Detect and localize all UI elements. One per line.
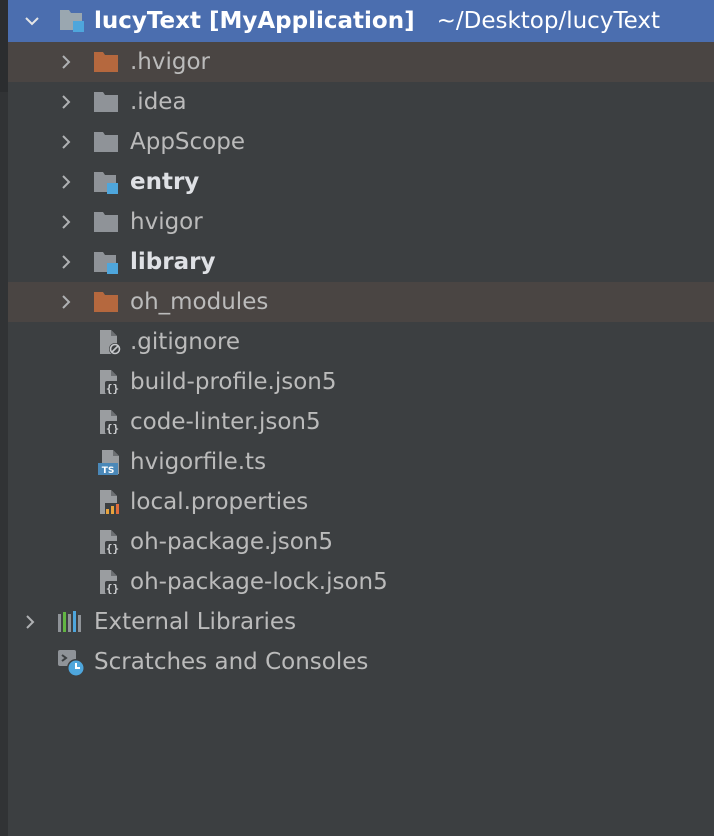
- tree-file-build-profile[interactable]: {} build-profile.json5: [8, 362, 714, 402]
- json-file-icon: {}: [96, 528, 124, 556]
- tree-item-label: library: [130, 249, 216, 275]
- tree-folder-hvigor-dot[interactable]: .hvigor: [8, 42, 714, 82]
- chevron-right-icon[interactable]: [56, 132, 76, 152]
- tree-file-code-linter[interactable]: {} code-linter.json5: [8, 402, 714, 442]
- tree-file-hvigorfile[interactable]: TS hvigorfile.ts: [8, 442, 714, 482]
- ignore-file-icon: [96, 328, 124, 356]
- folder-icon: [92, 88, 120, 116]
- chevron-right-icon[interactable]: [20, 612, 40, 632]
- typescript-file-icon: TS: [96, 448, 124, 476]
- root-project-row[interactable]: lucyText [MyApplication] ~/Desktop/lucyT…: [8, 0, 714, 42]
- tree-item-label: External Libraries: [94, 609, 297, 635]
- tree-folder-entry[interactable]: entry: [8, 162, 714, 202]
- module-folder-icon: [92, 248, 120, 276]
- json-file-icon: {}: [96, 368, 124, 396]
- chevron-right-icon[interactable]: [56, 92, 76, 112]
- tree-item-label: .hvigor: [130, 49, 211, 75]
- root-path: ~/Desktop/lucyText: [436, 8, 660, 34]
- json-file-icon: {}: [96, 408, 124, 436]
- scratches-icon: [56, 648, 85, 677]
- properties-file-icon: [96, 488, 124, 516]
- tree-item-label: local.properties: [130, 489, 309, 515]
- root-label: lucyText [MyApplication] ~/Desktop/lucyT…: [94, 8, 660, 34]
- tree-item-label: .idea: [130, 89, 187, 115]
- chevron-right-icon[interactable]: [56, 52, 76, 72]
- tree-folder-library[interactable]: library: [8, 242, 714, 282]
- tree-item-label: oh-package-lock.json5: [130, 569, 388, 595]
- tree-file-oh-package-lock[interactable]: {} oh-package-lock.json5: [8, 562, 714, 602]
- excluded-folder-icon: [92, 288, 120, 316]
- excluded-folder-icon: [92, 48, 120, 76]
- root-module-name: [MyApplication]: [208, 8, 415, 34]
- gutter-handle: [0, 0, 8, 92]
- svg-text:TS: TS: [102, 466, 115, 476]
- tree-item-label: hvigorfile.ts: [130, 449, 267, 475]
- chevron-right-icon[interactable]: [56, 212, 76, 232]
- tree-external-libraries[interactable]: External Libraries: [8, 602, 714, 642]
- tree-item-label: oh-package.json5: [130, 529, 334, 555]
- library-icon: [56, 608, 84, 636]
- chevron-right-icon[interactable]: [56, 252, 76, 272]
- module-folder-icon: [92, 168, 120, 196]
- svg-text:{}: {}: [106, 422, 119, 435]
- tree-item-label: AppScope: [130, 129, 245, 155]
- folder-icon: [92, 128, 120, 156]
- project-module-folder-icon: [58, 6, 86, 34]
- tree-file-gitignore[interactable]: .gitignore: [8, 322, 714, 362]
- tree-item-label: hvigor: [130, 209, 203, 235]
- tree-item-label: .gitignore: [130, 329, 241, 355]
- svg-text:{}: {}: [106, 582, 119, 595]
- chevron-right-icon[interactable]: [56, 292, 76, 312]
- chevron-right-icon[interactable]: [56, 172, 76, 192]
- tree-file-local-properties[interactable]: local.properties: [8, 482, 714, 522]
- tree-item-label: Scratches and Consoles: [94, 649, 369, 675]
- folder-icon: [92, 208, 120, 236]
- tree-scratches-and-consoles[interactable]: Scratches and Consoles: [8, 642, 714, 682]
- tree-item-label: code-linter.json5: [130, 409, 321, 435]
- tree-folder-idea[interactable]: .idea: [8, 82, 714, 122]
- json-file-icon: {}: [96, 568, 124, 596]
- project-tree[interactable]: lucyText [MyApplication] ~/Desktop/lucyT…: [8, 0, 714, 682]
- chevron-down-icon[interactable]: [22, 11, 42, 31]
- svg-text:{}: {}: [106, 542, 119, 555]
- left-gutter: [0, 0, 8, 836]
- tree-folder-oh-modules[interactable]: oh_modules: [8, 282, 714, 322]
- svg-text:{}: {}: [106, 382, 119, 395]
- tree-item-label: build-profile.json5: [130, 369, 337, 395]
- tree-folder-hvigor[interactable]: hvigor: [8, 202, 714, 242]
- root-name: lucyText: [94, 8, 201, 34]
- tree-folder-appscope[interactable]: AppScope: [8, 122, 714, 162]
- tree-file-oh-package[interactable]: {} oh-package.json5: [8, 522, 714, 562]
- tree-item-label: entry: [130, 169, 200, 195]
- tree-item-label: oh_modules: [130, 289, 269, 315]
